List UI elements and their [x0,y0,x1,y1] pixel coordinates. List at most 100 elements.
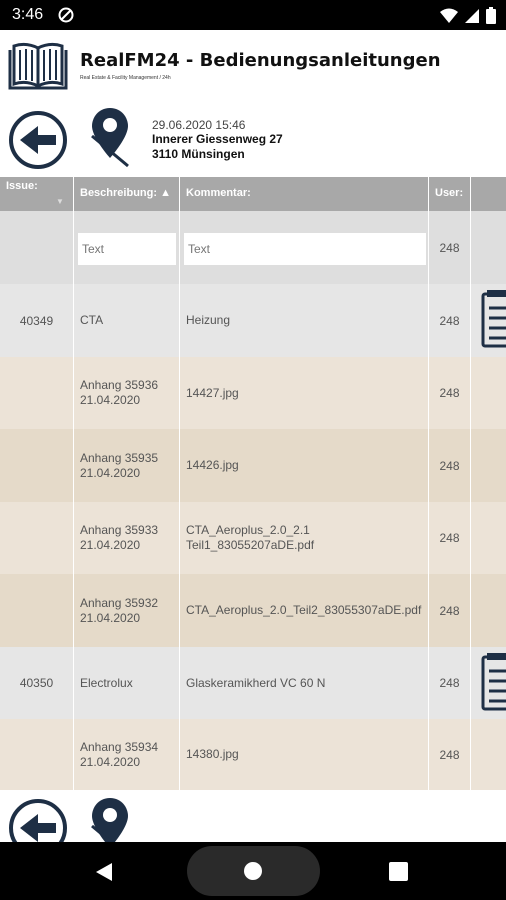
user-id: 248 [439,747,460,762]
filter-issue-cell [0,211,74,284]
issue-cell: 40350 [0,647,74,719]
attachment-id: Anhang 35936 [80,378,159,392]
table-row[interactable]: Anhang 35935 21.04.2020 14426.jpg 248 [0,429,506,502]
column-header-user-label: User: [435,187,464,199]
attachment-id: Anhang 35935 [80,450,159,465]
filter-user-value: 248 [439,240,460,255]
issue-cell: 40349 [0,284,74,357]
status-time: 3:46 [12,6,44,23]
file-name[interactable]: CTA_Aeroplus_2.0_2.1 Teil1_83055207aDE.pd… [186,523,314,553]
user-id: 248 [439,603,460,618]
arrow-left-icon [9,111,67,169]
comment-cell: 14380.jpg [180,719,429,790]
attachment-date: 21.04.2020 [80,393,141,407]
user-id: 248 [439,313,460,328]
column-header-actions [471,177,506,211]
user-cell: 248 [429,357,471,429]
nav-home-button[interactable] [187,846,320,896]
battery-icon [486,7,496,24]
document-icon[interactable] [481,290,506,352]
issue-cell [0,429,74,502]
user-id: 248 [439,386,460,400]
sort-up-icon: ▲ [160,187,171,199]
comment-cell: 14426.jpg [180,429,429,502]
document-icon[interactable] [481,653,506,715]
system-navigation-bar [0,842,506,900]
action-cell [471,719,506,790]
user-cell: 248 [429,574,471,647]
user-cell: 248 [429,284,471,357]
attachment-id: Anhang 35932 [80,595,159,610]
desc-cell: CTA [74,284,180,357]
info-city: 3110 Münsingen [152,147,245,161]
file-name[interactable]: 14426.jpg [186,458,239,473]
desc-text: Electrolux [80,675,133,690]
file-name-line2: Teil1_83055207aDE.pdf [186,538,315,552]
table-row[interactable]: Anhang 35932 21.04.2020 CTA_Aeroplus_2.0_… [0,574,506,647]
filter-row: 248 [0,211,506,284]
comment-cell: Heizung [180,284,429,357]
user-cell: 248 [429,502,471,574]
info-street: Innerer Giessenweg 27 [152,132,283,146]
column-header-kommentar-label: Kommentar: [186,187,251,199]
column-header-kommentar[interactable]: Kommentar: [180,177,429,211]
file-name[interactable]: 14380.jpg [186,747,239,762]
table-row[interactable]: 40349 CTA Heizung 248 [0,284,506,357]
issue-cell [0,502,74,574]
arrow-left-icon [9,799,67,842]
app-header: RealFM24 - Bedienungsanleitungen Real Es… [0,30,506,102]
sort-down-icon: ▼ [56,197,64,206]
filter-actions-cell [471,211,506,284]
book-logo-icon [8,42,68,97]
file-name[interactable]: CTA_Aeroplus_2.0_Teil2_83055307aDE.pdf [186,603,421,618]
nav-back-icon[interactable] [94,861,116,883]
file-name-line1: CTA_Aeroplus_2.0_2.1 [186,523,310,537]
file-name[interactable]: 14427.jpg [186,386,239,401]
user-id: 248 [439,676,460,690]
desc-cell: Anhang 35932 21.04.2020 [74,574,180,647]
attachment-date: 21.04.2020 [80,754,141,769]
map-pin-icon [91,798,128,842]
table-row[interactable]: Anhang 35934 21.04.2020 14380.jpg 248 [0,719,506,790]
filter-kommentar-input[interactable] [184,233,426,265]
home-icon [244,862,262,880]
comment-cell: Glaskeramikherd VC 60 N [180,647,429,719]
signal-icon [465,8,479,23]
dnd-icon [58,7,74,28]
app-screen: 3:46 RealFM24 - Bedienungsanleitungen Re… [0,0,506,900]
attachment-id: Anhang 35934 [80,739,159,754]
column-header-beschreibung-label: Beschreibung: [80,187,158,199]
user-id: 248 [439,531,460,545]
table-row[interactable]: Anhang 35933 21.04.2020 CTA_Aeroplus_2.0_… [0,502,506,574]
bottom-toolbar [0,790,506,842]
action-cell [471,647,506,719]
table-row[interactable]: Anhang 35936 21.04.2020 14427.jpg 248 [0,357,506,429]
issue-cell [0,357,74,429]
nav-recents-icon[interactable] [389,862,408,881]
column-header-beschreibung[interactable]: Beschreibung: ▲ [74,177,180,211]
back-button[interactable] [8,110,68,175]
action-cell [471,429,506,502]
issue-cell [0,719,74,790]
map-pin-button[interactable] [88,106,132,173]
comment-text: Glaskeramikherd VC 60 N [186,675,326,690]
comment-cell: 14427.jpg [180,357,429,429]
bottom-map-pin-button[interactable] [88,796,132,842]
filter-user-cell: 248 [429,211,471,284]
issue-cell [0,574,74,647]
desc-cell: Anhang 35936 21.04.2020 [74,357,180,429]
user-cell: 248 [429,429,471,502]
filter-beschreibung-input[interactable] [78,233,176,265]
attachment-id: Anhang 35933 [80,523,159,537]
column-header-issue[interactable]: Issue: ▼ [0,177,74,211]
table-row[interactable]: 40350 Electrolux Glaskeramikherd VC 60 N… [0,647,506,719]
desc-cell: Anhang 35935 21.04.2020 [74,429,180,502]
attachment-date: 21.04.2020 [80,465,141,480]
comment-cell: CTA_Aeroplus_2.0_2.1 Teil1_83055207aDE.pd… [180,502,429,574]
column-header-user[interactable]: User: [429,177,471,211]
bottom-back-button[interactable] [8,798,68,842]
comment-cell: CTA_Aeroplus_2.0_Teil2_83055307aDE.pdf [180,574,429,647]
desc-cell: Anhang 35933 21.04.2020 [74,502,180,574]
info-date: 29.06.2020 15:46 [152,118,246,132]
status-icons [440,7,496,24]
